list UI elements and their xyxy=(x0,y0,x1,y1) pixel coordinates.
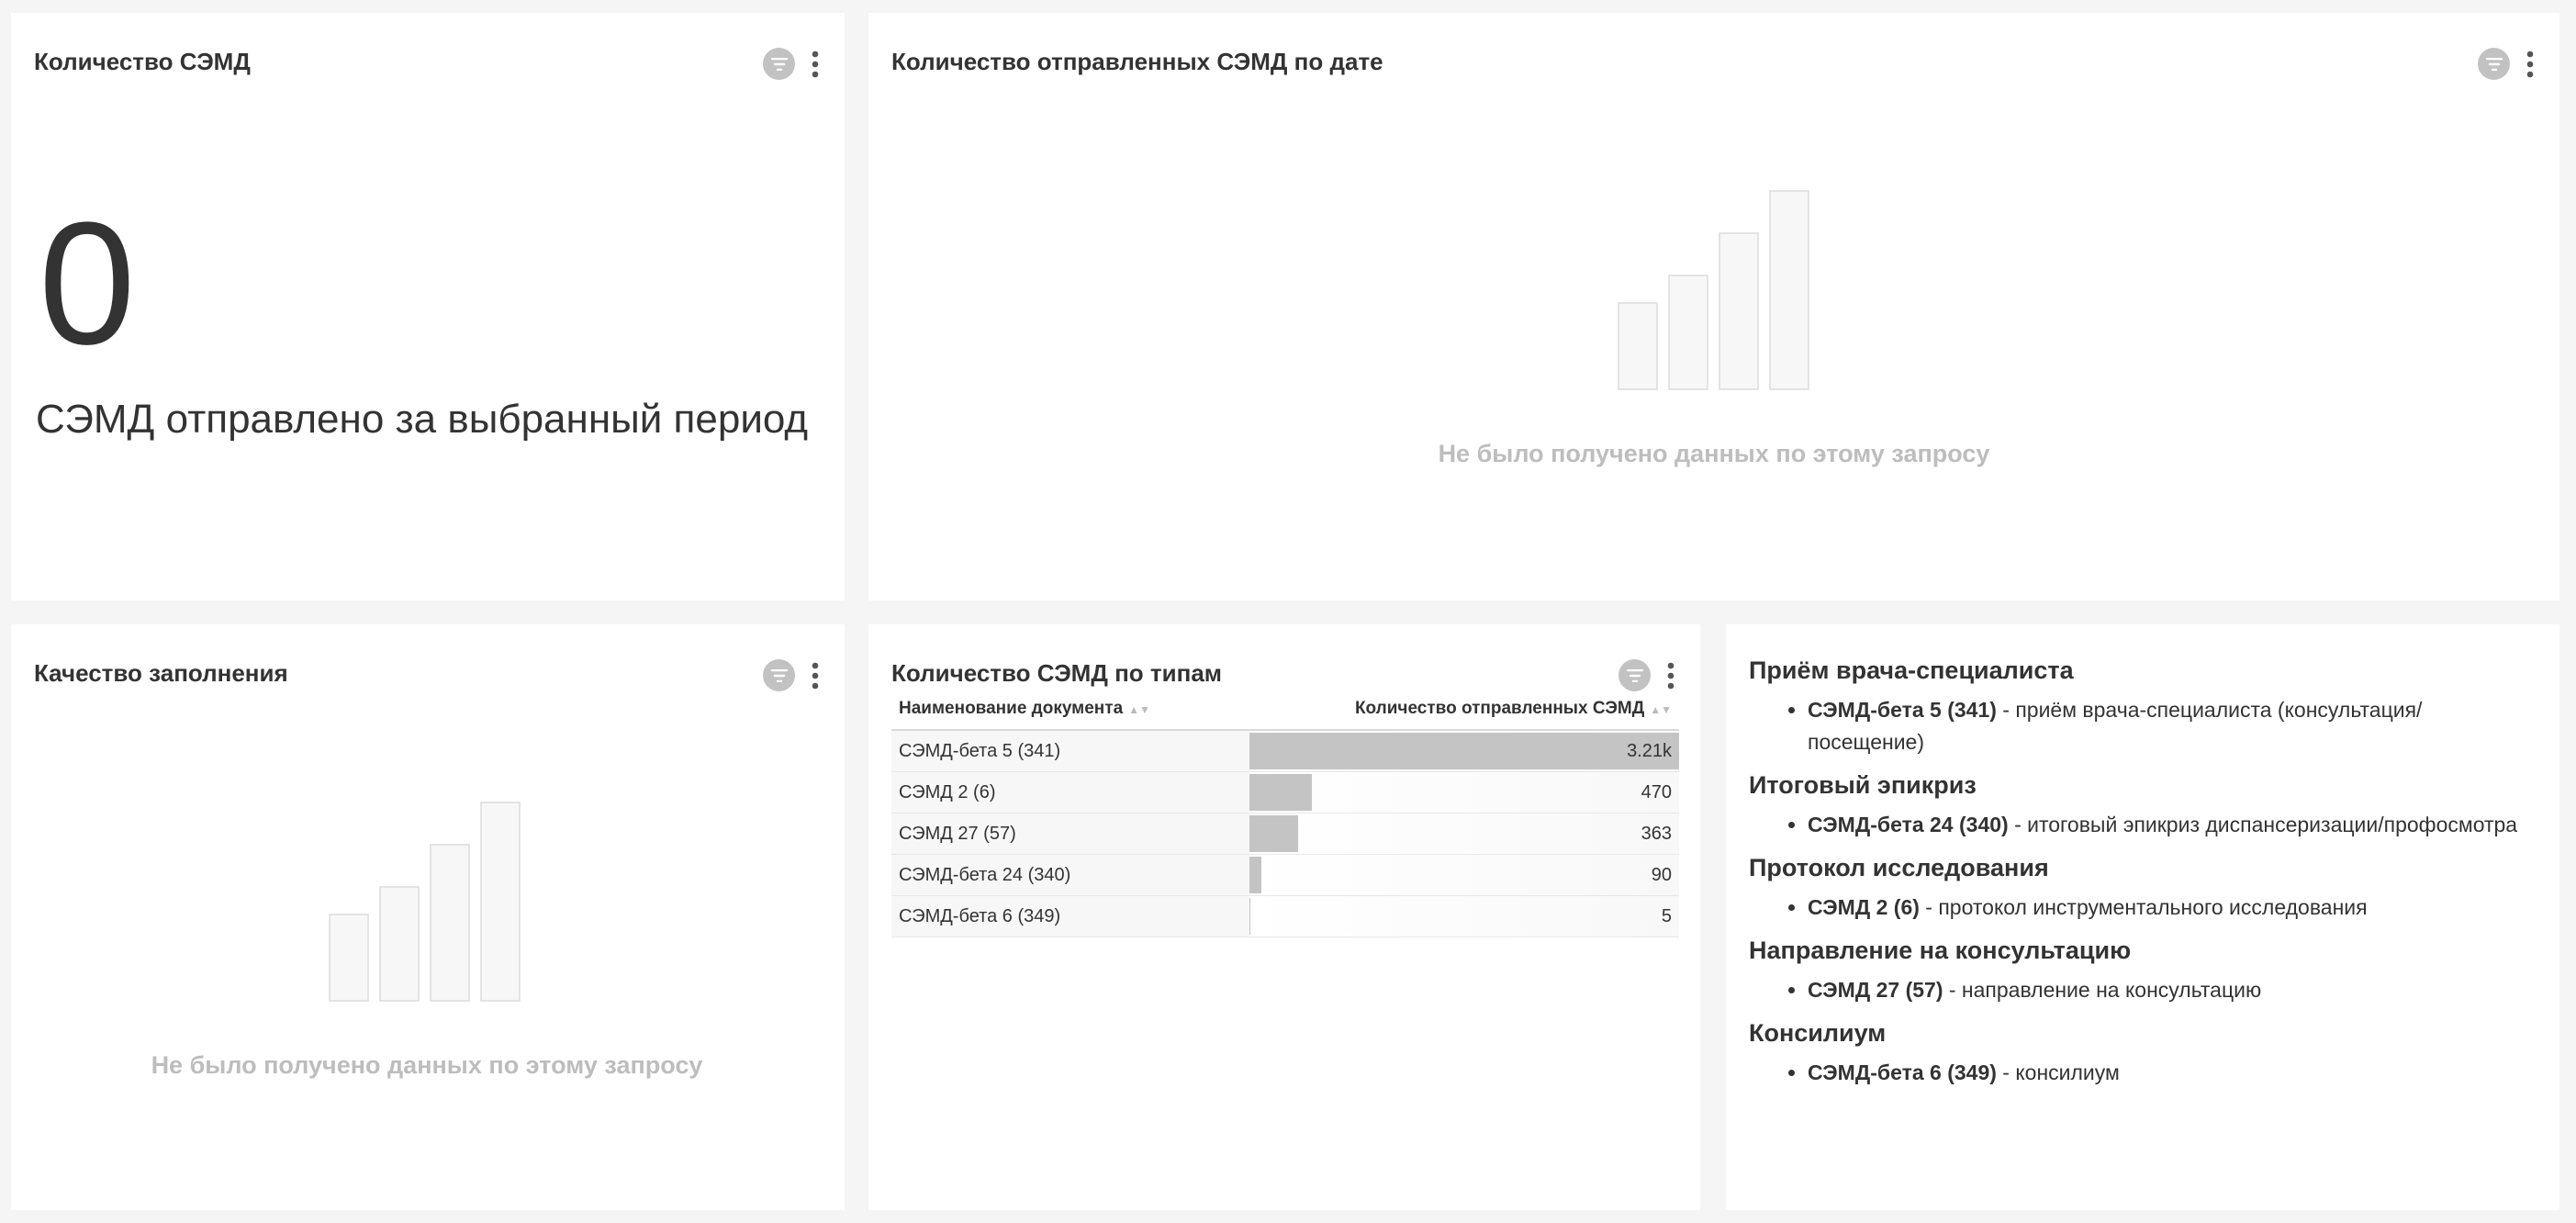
sent-count-cell: 5 xyxy=(1249,895,1679,937)
sent-count-cell: 363 xyxy=(1249,813,1679,855)
panel-controls xyxy=(763,659,824,691)
column-header-label: Количество отправленных СЭМД xyxy=(1354,699,1645,718)
empty-state-text: Не было получено данных по этому запросу xyxy=(151,1051,703,1079)
sent-count-value: 470 xyxy=(1641,781,1672,802)
sort-icon[interactable]: ▲▼ xyxy=(1650,703,1672,716)
semd-description: - протокол инструментального исследовани… xyxy=(1919,895,2368,919)
list-item: СЭМД-бета 24 (340) - итоговый эпикриз ди… xyxy=(1808,809,2529,841)
panel-title: Качество заполнения xyxy=(34,659,288,687)
table-row[interactable]: СЭМД 27 (57) 363 xyxy=(891,813,1679,855)
sent-count-cell: 470 xyxy=(1249,771,1679,813)
legend-list: СЭМД-бета 5 (341) - приём врача-специали… xyxy=(1749,694,2529,758)
big-number-value: 0 xyxy=(39,186,136,381)
legend-list: СЭМД 27 (57) - направление на консультац… xyxy=(1749,974,2529,1006)
more-vertical-icon[interactable] xyxy=(1662,659,1680,691)
document-name-cell: СЭМД-бета 24 (340) xyxy=(891,854,1249,896)
semd-code: СЭМД-бета 5 (341) xyxy=(1808,698,1997,722)
empty-chart-icon xyxy=(329,802,521,1002)
panel-fill-quality: Качество заполнения Не было получено дан… xyxy=(11,624,845,1210)
panel-semd-count: Количество СЭМД 0 СЭМД отправлено за выб… xyxy=(11,13,845,600)
semd-code: СЭМД-бета 6 (349) xyxy=(1808,1060,1997,1084)
panel-title: Количество СЭМД по типам xyxy=(891,659,1223,687)
legend-heading: Протокол исследования xyxy=(1749,854,2049,881)
table-row[interactable]: СЭМД 2 (6) 470 xyxy=(891,771,1679,813)
sort-icon[interactable]: ▲▼ xyxy=(1128,703,1150,716)
list-item: СЭМД-бета 6 (349) - консилиум xyxy=(1808,1057,2529,1089)
semd-description: - консилиум xyxy=(1996,1060,2120,1084)
legend-section: Протокол исследования СЭМД 2 (6) - проток… xyxy=(1749,854,2529,924)
filter-icon[interactable] xyxy=(1618,659,1651,691)
value-bar xyxy=(1249,898,1250,935)
legend-heading: Приём врача-специалиста xyxy=(1749,656,2074,684)
sent-count-value: 90 xyxy=(1651,864,1672,885)
legend-list: СЭМД-бета 6 (349) - консилиум xyxy=(1749,1057,2529,1089)
table-header-row: Наименование документа ▲▼ Количество отпр… xyxy=(891,689,1679,731)
filter-icon[interactable] xyxy=(763,48,795,80)
sent-count-value: 5 xyxy=(1661,905,1672,926)
sent-count-value: 363 xyxy=(1641,823,1672,844)
more-vertical-icon[interactable] xyxy=(806,48,824,80)
legend-heading: Итоговый эпикриз xyxy=(1749,771,1977,799)
semd-legend-text: Приём врача-специалиста СЭМД-бета 5 (341)… xyxy=(1749,656,2529,1102)
document-name-cell: СЭМД 27 (57) xyxy=(891,813,1249,855)
column-header-document-name[interactable]: Наименование документа ▲▼ xyxy=(891,689,1249,731)
panel-controls xyxy=(763,48,824,80)
empty-chart-icon xyxy=(1618,190,1809,390)
table-row[interactable]: СЭМД-бета 6 (349) 5 xyxy=(891,895,1679,937)
column-header-sent-count[interactable]: Количество отправленных СЭМД ▲▼ xyxy=(1249,689,1679,731)
semd-description: - направление на консультацию xyxy=(1943,978,2262,1002)
filter-icon[interactable] xyxy=(763,659,795,691)
value-bar xyxy=(1249,815,1298,852)
panel-controls xyxy=(1618,659,1680,691)
legend-heading: Консилиум xyxy=(1749,1019,1887,1047)
sent-count-cell: 3.21k xyxy=(1249,730,1679,772)
value-bar xyxy=(1249,857,1262,893)
table-row[interactable]: СЭМД-бета 24 (340) 90 xyxy=(891,854,1679,896)
sent-count-value: 3.21k xyxy=(1627,740,1672,761)
semd-type-table: Наименование документа ▲▼ Количество отпр… xyxy=(891,689,1679,937)
semd-description: - итоговый эпикриз диспансеризации/профо… xyxy=(2008,813,2518,836)
panel-semd-by-date: Количество отправленных СЭМД по дате Не … xyxy=(868,13,2559,600)
list-item: СЭМД 2 (6) - протокол инструментального … xyxy=(1808,892,2529,924)
value-bar xyxy=(1249,733,1679,769)
semd-code: СЭМД-бета 24 (340) xyxy=(1808,813,2009,836)
panel-title: Количество отправленных СЭМД по дате xyxy=(891,48,1383,75)
legend-section: Направление на консультацию СЭМД 27 (57) … xyxy=(1749,937,2529,1006)
column-header-label: Наименование документа xyxy=(899,699,1124,718)
legend-list: СЭМД 2 (6) - протокол инструментального … xyxy=(1749,892,2529,924)
document-name-cell: СЭМД-бета 5 (341) xyxy=(891,730,1249,772)
list-item: СЭМД 27 (57) - направление на консультац… xyxy=(1808,974,2529,1006)
legend-section: Итоговый эпикриз СЭМД-бета 24 (340) - ито… xyxy=(1749,771,2529,841)
big-number-subtitle: СЭМД отправлено за выбранный период xyxy=(36,397,809,442)
sent-count-cell: 90 xyxy=(1249,854,1679,896)
document-name-cell: СЭМД 2 (6) xyxy=(891,771,1249,813)
panel-controls xyxy=(2478,48,2539,80)
legend-list: СЭМД-бета 24 (340) - итоговый эпикриз ди… xyxy=(1749,809,2529,841)
legend-heading: Направление на консультацию xyxy=(1749,937,2132,964)
legend-section: Консилиум СЭМД-бета 6 (349) - консилиум xyxy=(1749,1019,2529,1089)
table-row[interactable]: СЭМД-бета 5 (341) 3.21k xyxy=(891,730,1679,772)
list-item: СЭМД-бета 5 (341) - приём врача-специали… xyxy=(1808,694,2529,758)
more-vertical-icon[interactable] xyxy=(2521,48,2539,80)
semd-code: СЭМД 2 (6) xyxy=(1808,895,1920,919)
empty-state-text: Не было получено данных по этому запросу xyxy=(1438,440,1990,467)
more-vertical-icon[interactable] xyxy=(806,659,824,691)
value-bar xyxy=(1249,774,1313,811)
legend-section: Приём врача-специалиста СЭМД-бета 5 (341)… xyxy=(1749,656,2529,758)
document-name-cell: СЭМД-бета 6 (349) xyxy=(891,895,1249,937)
panel-title: Количество СЭМД xyxy=(34,48,251,75)
filter-icon[interactable] xyxy=(2478,48,2510,80)
semd-code: СЭМД 27 (57) xyxy=(1808,978,1943,1002)
